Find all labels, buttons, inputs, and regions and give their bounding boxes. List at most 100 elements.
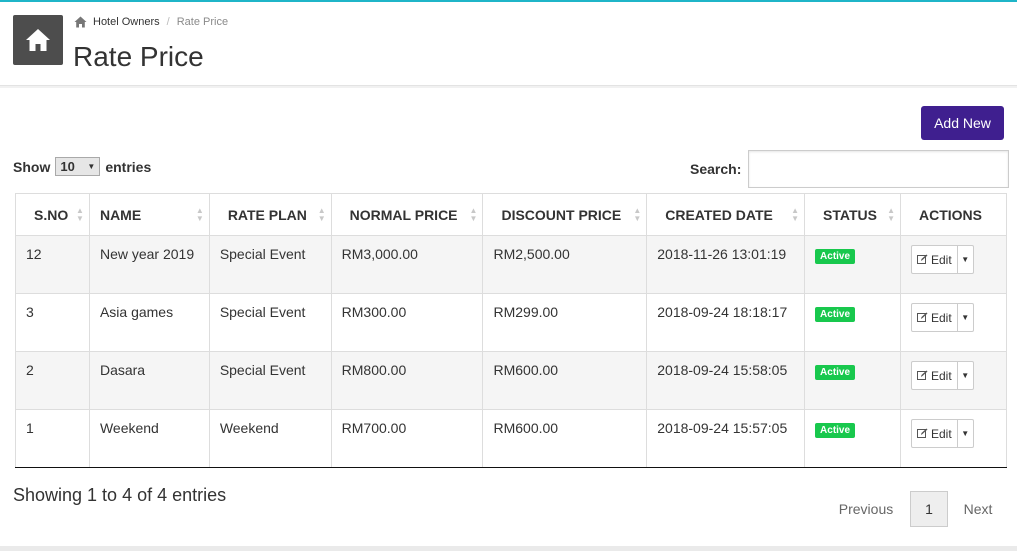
cell-actions: Edit ▼ <box>899 293 1008 352</box>
action-button-group: Edit ▼ <box>910 361 974 390</box>
entries-label: entries <box>105 158 152 175</box>
table-row: 12 New year 2019 Special Event RM3,000.0… <box>15 235 1008 294</box>
caret-down-icon: ▼ <box>961 429 970 438</box>
table-row: 3 Asia games Special Event RM300.00 RM29… <box>15 293 1008 352</box>
cell-normal-price: RM700.00 <box>330 409 484 468</box>
content-panel: Add New Show 10 ▼ entries Search: S.NO ▲ ▼… <box>0 88 1017 546</box>
cell-actions: Edit ▼ <box>899 409 1008 468</box>
action-dropdown-toggle[interactable]: ▼ <box>957 361 974 390</box>
edit-icon <box>916 428 928 438</box>
cell-status: Active <box>804 235 901 294</box>
column-header-sno[interactable]: S.NO ▲ ▼ <box>15 193 90 236</box>
sort-icon: ▲ ▼ <box>791 206 800 223</box>
column-header-status[interactable]: STATUS ▲ ▼ <box>804 193 901 236</box>
cell-created-date: 2018-11-26 13:01:19 <box>646 235 806 294</box>
cell-normal-price: RM800.00 <box>330 351 484 410</box>
column-header-actions: ACTIONS <box>899 193 1008 236</box>
column-header-rate-plan[interactable]: RATE PLAN ▲ ▼ <box>208 193 332 236</box>
breadcrumb: Hotel Owners / Rate Price <box>74 16 228 28</box>
cell-actions: Edit ▼ <box>899 351 1008 410</box>
select-arrow-icon: ▼ <box>87 162 96 171</box>
edit-button-label: Edit <box>930 426 952 441</box>
edit-button[interactable]: Edit <box>910 303 958 332</box>
cell-created-date: 2018-09-24 18:18:17 <box>646 293 806 352</box>
cell-discount-price: RM600.00 <box>482 409 648 468</box>
rate-price-table: S.NO ▲ ▼ NAME ▲ ▼ RATE PLAN ▲ ▼ NORMAL PRICE ▲ ▼… <box>15 193 1008 468</box>
cell-status: Active <box>804 409 901 468</box>
cell-normal-price: RM3,000.00 <box>330 235 484 294</box>
breadcrumb-current: Rate Price <box>176 16 229 28</box>
show-label: Show <box>13 158 51 175</box>
breadcrumb-link-hotel-owners[interactable]: Hotel Owners <box>93 16 160 28</box>
sort-icon: ▲ ▼ <box>76 206 84 223</box>
column-header-discount-price[interactable]: DISCOUNT PRICE ▲ ▼ <box>482 193 648 236</box>
cell-discount-price: RM299.00 <box>482 293 648 352</box>
page-header: Hotel Owners / Rate Price Rate Price <box>0 2 1017 86</box>
cell-created-date: 2018-09-24 15:58:05 <box>646 351 806 410</box>
caret-down-icon: ▼ <box>961 255 970 264</box>
action-dropdown-toggle[interactable]: ▼ <box>957 245 974 274</box>
edit-button-label: Edit <box>930 252 952 267</box>
pagination-next[interactable]: Next <box>948 491 1008 527</box>
entries-length-control: Show 10 ▼ entries <box>13 157 151 176</box>
caret-down-icon: ▼ <box>961 313 970 322</box>
cell-rate-plan: Weekend <box>208 409 332 468</box>
table-header-row: S.NO ▲ ▼ NAME ▲ ▼ RATE PLAN ▲ ▼ NORMAL PRICE ▲ ▼… <box>15 193 1008 236</box>
search-input[interactable] <box>748 150 1010 188</box>
edit-button[interactable]: Edit <box>910 361 958 390</box>
cell-rate-plan: Special Event <box>208 351 332 410</box>
sort-icon: ▲ ▼ <box>317 206 326 223</box>
edit-button[interactable]: Edit <box>910 245 958 274</box>
column-header-normal-price[interactable]: NORMAL PRICE ▲ ▼ <box>330 193 484 236</box>
edit-button-label: Edit <box>930 310 952 325</box>
search-control: Search: <box>690 150 1010 188</box>
search-label: Search: <box>690 161 742 177</box>
status-badge: Active <box>815 249 856 264</box>
add-new-button[interactable]: Add New <box>921 106 1004 140</box>
action-button-group: Edit ▼ <box>910 419 974 448</box>
sort-icon: ▲ ▼ <box>469 206 478 223</box>
cell-rate-plan: Special Event <box>208 293 332 352</box>
cell-status: Active <box>804 293 901 352</box>
home-icon-tile[interactable] <box>13 15 63 65</box>
home-icon <box>26 29 50 51</box>
cell-rate-plan: Special Event <box>208 235 332 294</box>
cell-name: Dasara <box>88 351 210 410</box>
column-header-created-date[interactable]: CREATED DATE ▲ ▼ <box>646 193 806 236</box>
cell-sno: 2 <box>15 351 90 410</box>
page-title: Rate Price <box>73 41 204 72</box>
entries-length-select[interactable]: 10 ▼ <box>55 157 101 176</box>
entries-length-value: 10 <box>60 159 75 174</box>
cell-normal-price: RM300.00 <box>330 293 484 352</box>
caret-down-icon: ▼ <box>961 371 970 380</box>
cell-sno: 3 <box>15 293 90 352</box>
action-button-group: Edit ▼ <box>910 245 974 274</box>
breadcrumb-separator: / <box>166 16 170 28</box>
table-row: 1 Weekend Weekend RM700.00 RM600.00 2018… <box>15 409 1008 468</box>
footer-strip <box>0 546 1017 551</box>
cell-name: New year 2019 <box>88 235 210 294</box>
action-dropdown-toggle[interactable]: ▼ <box>957 303 974 332</box>
cell-sno: 1 <box>15 409 90 468</box>
pagination: Previous 1 Next <box>826 491 1008 527</box>
status-badge: Active <box>815 423 856 438</box>
pagination-previous[interactable]: Previous <box>826 491 906 527</box>
edit-icon <box>916 312 928 322</box>
table-row: 2 Dasara Special Event RM800.00 RM600.00… <box>15 351 1008 410</box>
edit-button[interactable]: Edit <box>910 419 958 448</box>
status-badge: Active <box>815 365 856 380</box>
edit-button-label: Edit <box>930 368 952 383</box>
cell-discount-price: RM2,500.00 <box>482 235 648 294</box>
action-dropdown-toggle[interactable]: ▼ <box>957 419 974 448</box>
action-button-group: Edit ▼ <box>910 303 974 332</box>
status-badge: Active <box>815 307 856 322</box>
cell-discount-price: RM600.00 <box>482 351 648 410</box>
edit-icon <box>916 254 928 264</box>
sort-icon: ▲ ▼ <box>633 206 642 223</box>
sort-icon: ▲ ▼ <box>195 206 204 223</box>
column-header-name[interactable]: NAME ▲ ▼ <box>88 193 210 236</box>
home-icon <box>74 16 87 28</box>
cell-created-date: 2018-09-24 15:57:05 <box>646 409 806 468</box>
cell-sno: 12 <box>15 235 90 294</box>
pagination-page-1[interactable]: 1 <box>910 491 948 527</box>
